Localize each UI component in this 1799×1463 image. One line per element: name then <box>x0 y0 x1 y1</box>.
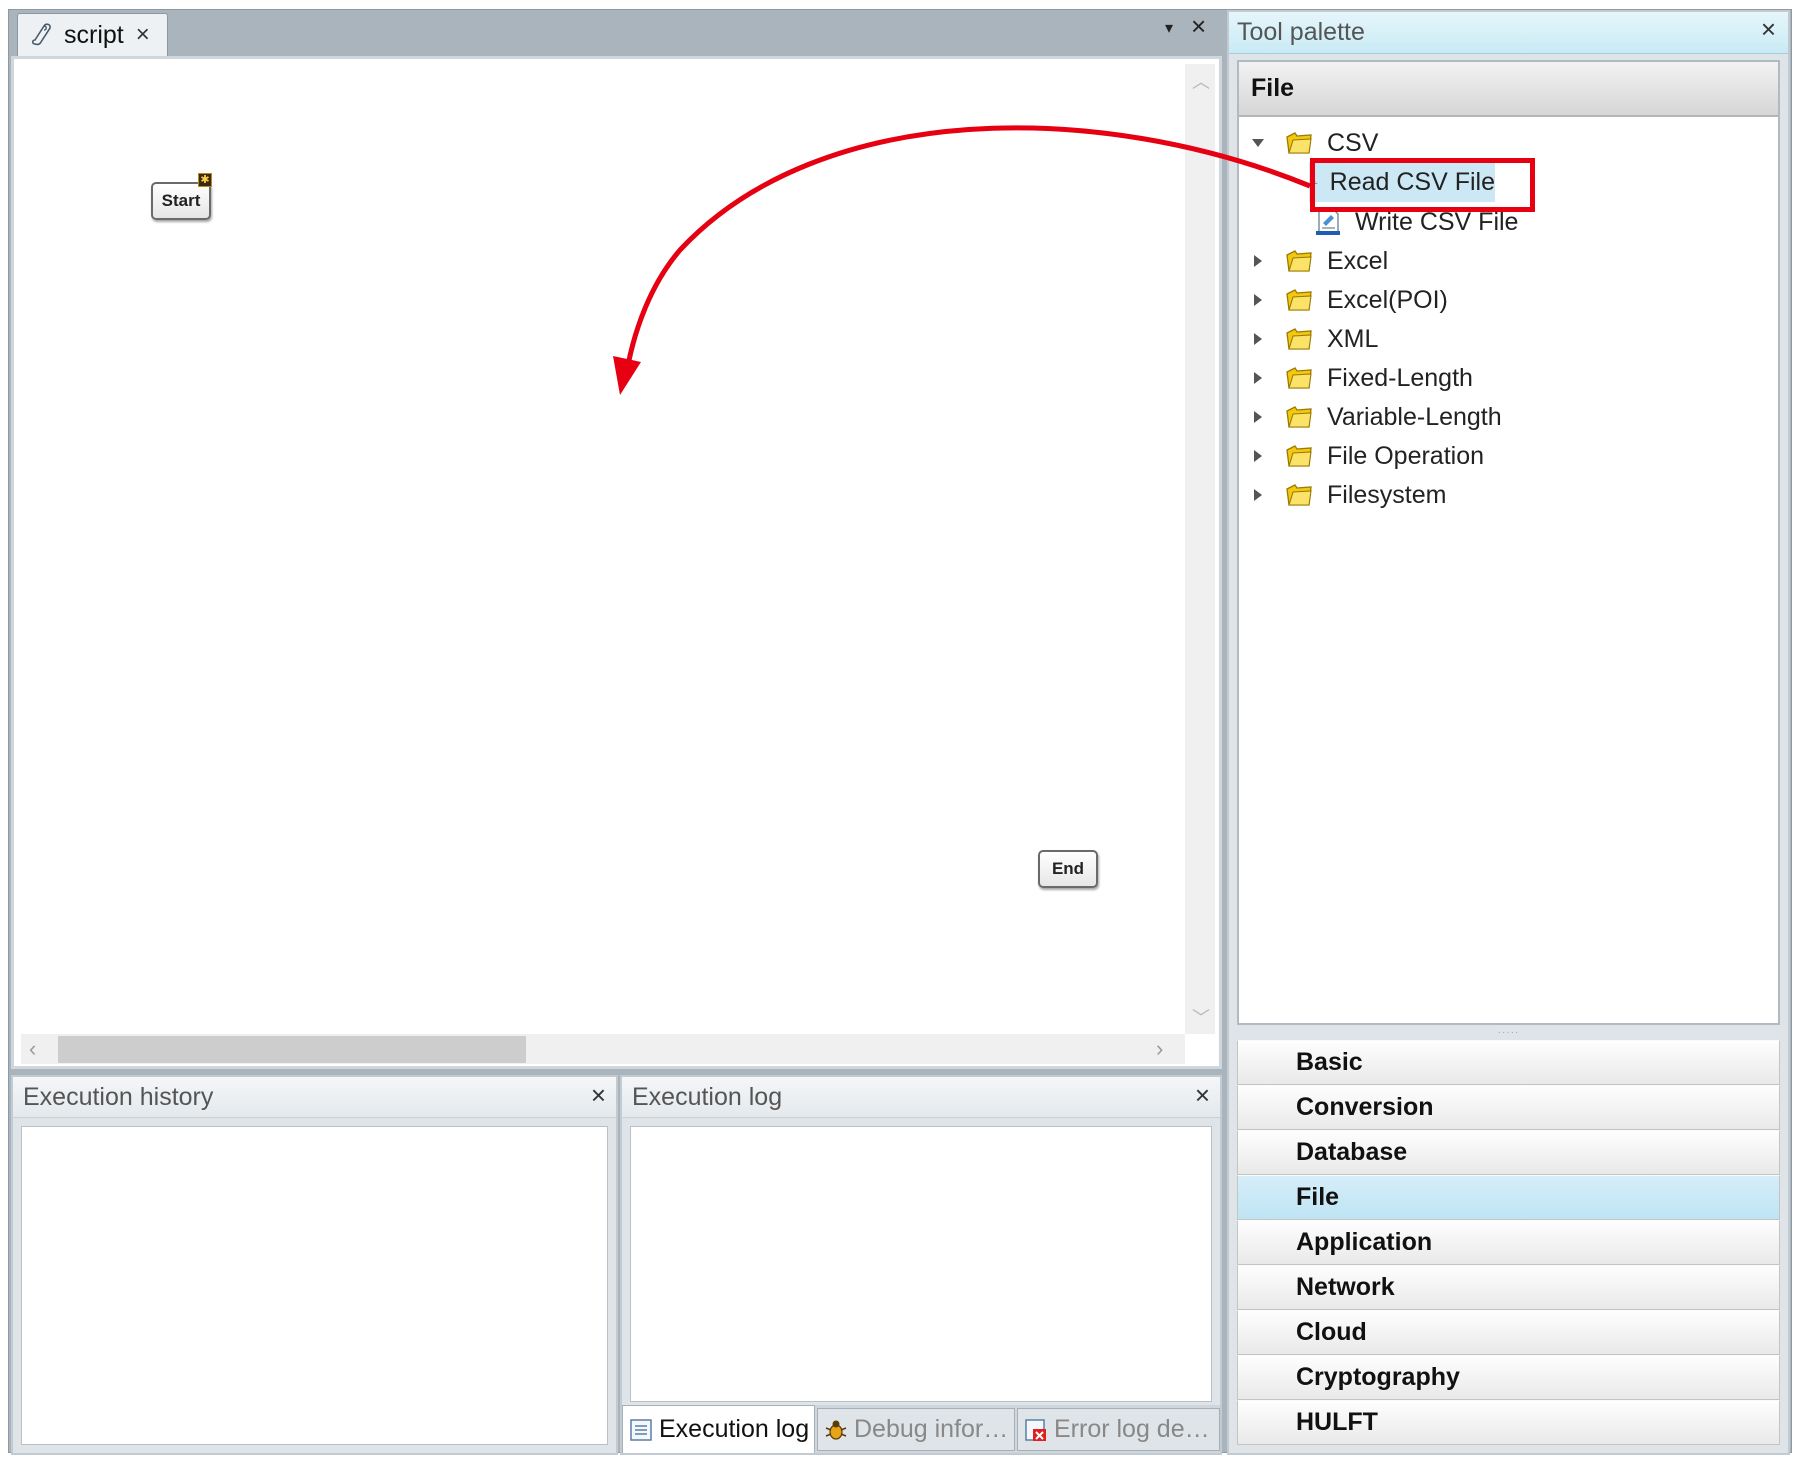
tool-palette-title: Tool palette <box>1237 18 1365 46</box>
tab-debug-information-label: Debug infor… <box>854 1415 1009 1443</box>
execution-history-header: Execution history <box>13 1077 616 1118</box>
tree-item-write-csv-file-label: Write CSV File <box>1355 207 1519 236</box>
category-file[interactable]: File <box>1237 1175 1780 1220</box>
script-scroll-icon <box>31 23 51 46</box>
end-node-label: End <box>1051 859 1085 878</box>
error-log-icon <box>1025 1418 1046 1441</box>
folder-icon <box>1286 484 1312 506</box>
vertical-scrollbar[interactable]: ︿ ﹀ <box>1185 64 1215 1034</box>
chevron-right-icon[interactable] <box>1251 371 1265 385</box>
scroll-right-icon[interactable]: › <box>1156 1036 1163 1062</box>
folder-icon <box>1286 289 1312 311</box>
start-node-label: Start <box>161 191 201 210</box>
execution-log-panel: Execution log × Execution log Debug info… <box>620 1075 1222 1455</box>
palette-tree-title: File <box>1239 62 1778 117</box>
execution-history-close-icon[interactable]: × <box>591 1082 606 1108</box>
tab-error-log[interactable]: Error log de… <box>1017 1408 1220 1451</box>
execution-log-tabs: Execution log Debug infor… Error log de… <box>622 1405 1220 1453</box>
script-canvas[interactable]: Start ✱ End <box>21 64 1181 1034</box>
tree-folder-filesystem[interactable]: Filesystem <box>1251 475 1446 515</box>
tab-script[interactable]: script × <box>17 13 168 56</box>
category-application[interactable]: Application <box>1237 1220 1780 1265</box>
tool-palette-close-icon[interactable]: × <box>1761 16 1776 42</box>
tree-folder-fixed-length[interactable]: Fixed-Length <box>1251 358 1473 398</box>
category-cryptography[interactable]: Cryptography <box>1237 1355 1780 1400</box>
tab-menu-dropdown-icon[interactable]: ▾ <box>1165 18 1173 38</box>
tree-folder-excel[interactable]: Excel <box>1251 241 1388 281</box>
tool-palette-header: Tool palette <box>1229 12 1788 54</box>
chevron-down-icon[interactable] <box>1251 136 1265 150</box>
splitter-grip-icon: ····· <box>1497 1027 1520 1038</box>
horizontal-scroll-thumb[interactable] <box>58 1036 526 1063</box>
category-conversion[interactable]: Conversion <box>1237 1085 1780 1130</box>
category-database[interactable]: Database <box>1237 1130 1780 1175</box>
tree-item-write-csv-file[interactable]: Write CSV File <box>1313 202 1518 242</box>
tree-folder-excel-label: Excel <box>1327 246 1389 275</box>
log-icon <box>630 1418 652 1441</box>
tab-execution-log[interactable]: Execution log <box>622 1405 815 1453</box>
editor-close-icon[interactable]: × <box>1191 13 1206 39</box>
category-hulft[interactable]: HULFT <box>1237 1400 1780 1445</box>
tree-folder-variable-length[interactable]: Variable-Length <box>1251 397 1502 437</box>
folder-icon <box>1286 328 1312 350</box>
execution-history-panel: Execution history × <box>11 1075 618 1455</box>
category-cloud[interactable]: Cloud <box>1237 1310 1780 1355</box>
scroll-up-icon[interactable]: ︿ <box>1192 68 1210 94</box>
application-window: script × ▾ × Start ✱ End ︿ ﹀ ‹ › Executi… <box>0 0 1799 1463</box>
horizontal-scrollbar[interactable]: ‹ › <box>21 1034 1185 1064</box>
tree-folder-file-operation-label: File Operation <box>1327 441 1485 470</box>
tab-execution-log-label: Execution log <box>659 1415 810 1443</box>
palette-tree: File CSV Read CSV File Write CSV File Ex… <box>1237 60 1780 1025</box>
csv-read-icon <box>1313 179 1318 185</box>
start-marker-icon: ✱ <box>198 173 212 187</box>
tree-item-read-csv-file[interactable]: Read CSV File <box>1309 162 1495 202</box>
chevron-right-icon[interactable] <box>1251 488 1265 502</box>
tool-palette-panel: Tool palette × File CSV Read CSV File Wr… <box>1227 10 1790 1455</box>
execution-log-header: Execution log <box>622 1077 1220 1118</box>
tab-debug-information[interactable]: Debug infor… <box>817 1408 1015 1451</box>
tree-folder-xml[interactable]: XML <box>1251 319 1378 359</box>
tree-folder-fixed-length-label: Fixed-Length <box>1327 363 1473 392</box>
tree-folder-csv[interactable]: CSV <box>1251 123 1378 163</box>
tree-folder-filesystem-label: Filesystem <box>1327 480 1447 509</box>
start-node[interactable]: Start ✱ <box>151 173 212 220</box>
chevron-right-icon[interactable] <box>1251 254 1265 268</box>
csv-write-icon <box>1316 208 1340 235</box>
chevron-right-icon[interactable] <box>1251 410 1265 424</box>
chevron-right-icon[interactable] <box>1251 449 1265 463</box>
execution-log-title: Execution log <box>632 1082 783 1111</box>
folder-icon <box>1286 406 1312 428</box>
category-network[interactable]: Network <box>1237 1265 1780 1310</box>
script-editor-panel: script × ▾ × Start ✱ End ︿ ﹀ ‹ › <box>11 10 1222 1069</box>
scroll-left-icon[interactable]: ‹ <box>29 1036 36 1062</box>
palette-splitter[interactable]: ····· <box>1237 1028 1780 1038</box>
bug-icon <box>825 1420 847 1440</box>
tree-item-read-csv-file-label: Read CSV File <box>1329 167 1495 196</box>
tree-folder-file-operation[interactable]: File Operation <box>1251 436 1484 476</box>
palette-category-list: Basic Conversion Database File Applicati… <box>1237 1040 1780 1445</box>
tree-folder-excel-poi[interactable]: Excel(POI) <box>1251 280 1448 320</box>
folder-icon <box>1286 367 1312 389</box>
tab-script-label: script <box>64 20 124 49</box>
end-node[interactable]: End <box>1038 850 1098 888</box>
scroll-down-icon[interactable]: ﹀ <box>1192 1004 1210 1030</box>
tree-folder-variable-length-label: Variable-Length <box>1327 402 1502 431</box>
chevron-right-icon[interactable] <box>1251 332 1265 346</box>
category-basic[interactable]: Basic <box>1237 1040 1780 1085</box>
execution-history-list[interactable] <box>21 1126 608 1445</box>
tree-folder-excel-poi-label: Excel(POI) <box>1327 285 1448 314</box>
tree-folder-csv-label: CSV <box>1327 128 1379 157</box>
execution-log-close-icon[interactable]: × <box>1195 1082 1210 1108</box>
folder-icon <box>1286 445 1312 467</box>
tab-close-icon[interactable]: × <box>136 23 150 47</box>
canvas-frame: Start ✱ End ︿ ﹀ ‹ › <box>11 56 1222 1069</box>
tree-folder-xml-label: XML <box>1327 324 1379 353</box>
editor-tab-strip: script × ▾ × <box>11 10 1222 56</box>
tab-error-log-label: Error log de… <box>1054 1415 1210 1443</box>
chevron-right-icon[interactable] <box>1251 293 1265 307</box>
execution-log-content[interactable] <box>630 1126 1212 1402</box>
execution-history-title: Execution history <box>23 1082 214 1111</box>
folder-icon <box>1286 250 1312 272</box>
folder-icon <box>1286 132 1312 154</box>
